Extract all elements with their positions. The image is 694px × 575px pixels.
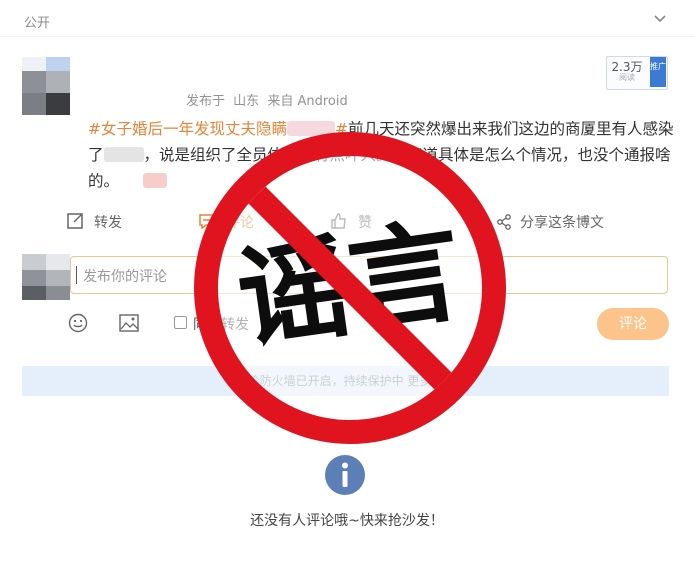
- redacted-blur: [287, 121, 335, 136]
- like-action[interactable]: 赞: [330, 212, 372, 232]
- post-text-part2: ，说是组织了全员体检。有点吓人。不知道具体是怎么个情况，也没个通报啥的。: [88, 146, 671, 190]
- top-bar: [0, 0, 694, 37]
- comment-input[interactable]: 发布你的评论: [70, 256, 668, 294]
- emoji-icon[interactable]: [68, 313, 88, 333]
- meta-prefix: 发布于: [186, 94, 226, 109]
- repost-icon: [67, 213, 83, 229]
- info-icon: [325, 455, 365, 495]
- share-label: 分享这条博文: [520, 215, 604, 231]
- share-icon: [497, 214, 511, 230]
- like-icon: [331, 213, 346, 229]
- meta-location: 山东: [233, 94, 260, 109]
- also-repost-checkbox[interactable]: [174, 316, 187, 329]
- my-avatar: [22, 254, 70, 300]
- redacted-blur: [143, 173, 168, 188]
- also-repost-label: 同时转发: [193, 317, 249, 333]
- like-label: 赞: [358, 215, 372, 231]
- image-icon[interactable]: [119, 314, 139, 332]
- submit-comment-button[interactable]: 评论: [597, 308, 669, 340]
- visibility-label[interactable]: 公开: [24, 12, 50, 31]
- comment-action[interactable]: 评论: [198, 212, 254, 232]
- text-cursor: [76, 266, 77, 284]
- comment-icon: [199, 214, 215, 230]
- comment-label: 评论: [226, 215, 254, 231]
- hashtag-end[interactable]: #: [335, 120, 348, 138]
- promo-tag[interactable]: 推广: [650, 57, 666, 87]
- redacted-blur: [103, 147, 144, 162]
- hashtag-link[interactable]: #女子婚后一年发现丈夫隐瞒: [88, 120, 287, 138]
- avatar[interactable]: [22, 57, 70, 115]
- firewall-notice[interactable]: 评论防火墙已开启，持续保护中 更多设置: [22, 366, 669, 396]
- chevron-down-icon[interactable]: [652, 10, 668, 26]
- post-meta: 发布于 山东 来自 Android: [186, 90, 352, 109]
- empty-state-text: 还没有人评论哦~快来抢沙发！: [250, 513, 444, 529]
- share-action[interactable]: 分享这条博文: [496, 212, 604, 232]
- repost-label: 转发: [94, 215, 122, 231]
- post-text: #女子婚后一年发现丈夫隐瞒 #前几天还突然爆出来我们这边的商厦里有人感染了 ，说是组…: [88, 116, 678, 194]
- meta-source[interactable]: 来自 Android: [267, 94, 347, 109]
- views-label: 阅读: [619, 73, 635, 82]
- repost-action[interactable]: 转发: [66, 212, 122, 232]
